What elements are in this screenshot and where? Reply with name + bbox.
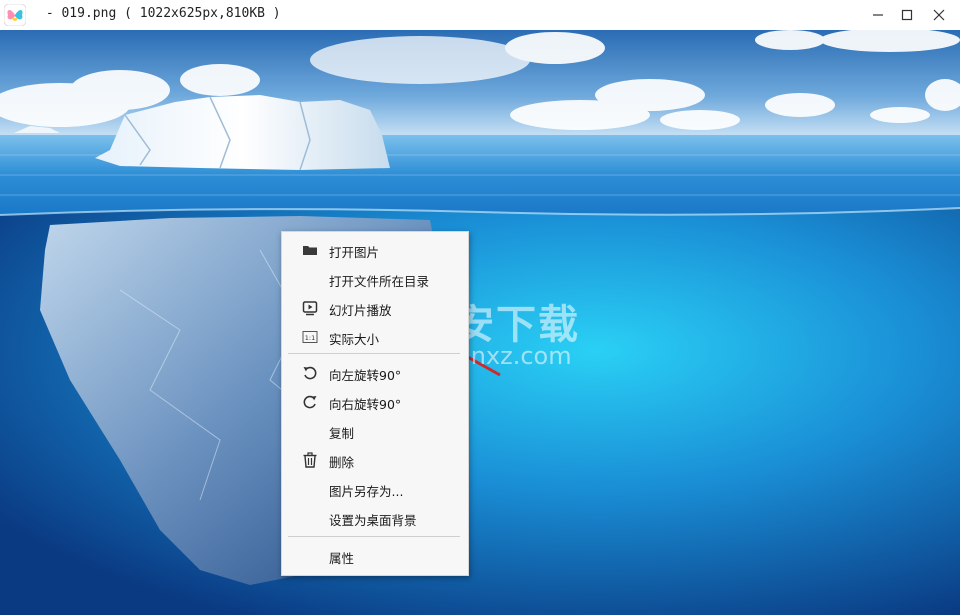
menu-item-open-image[interactable]: 打开图片 bbox=[282, 237, 468, 263]
slideshow-play-icon bbox=[302, 300, 318, 316]
watermark-en-text: anxz.com bbox=[456, 342, 572, 370]
menu-item-save-as[interactable]: 图片另存为... bbox=[282, 476, 468, 502]
menu-separator bbox=[288, 353, 460, 354]
menu-item-label: 实际大小 bbox=[329, 332, 380, 347]
folder-icon bbox=[302, 242, 318, 258]
menu-item-rotate-right[interactable]: 向右旋转90° bbox=[282, 389, 468, 415]
menu-item-label: 设置为桌面背景 bbox=[329, 513, 417, 528]
close-button[interactable] bbox=[925, 0, 953, 30]
menu-item-set-wallpaper[interactable]: 设置为桌面背景 bbox=[282, 505, 468, 531]
menu-separator bbox=[288, 536, 460, 537]
menu-item-actual-size[interactable]: 1:1 实际大小 bbox=[282, 324, 468, 350]
window-title: - 019.png ( 1022x625px,810KB ) bbox=[38, 6, 281, 21]
menu-item-label: 打开文件所在目录 bbox=[329, 274, 430, 289]
menu-item-label: 图片另存为... bbox=[329, 484, 404, 499]
menu-item-label: 属性 bbox=[329, 551, 355, 566]
svg-text:1:1: 1:1 bbox=[305, 334, 315, 342]
menu-item-label: 向右旋转90° bbox=[329, 397, 402, 412]
menu-item-properties[interactable]: 属性 bbox=[282, 543, 468, 569]
trash-icon bbox=[302, 452, 318, 468]
menu-item-delete[interactable]: 删除 bbox=[282, 447, 468, 473]
minimize-icon bbox=[873, 14, 883, 16]
rotate-left-icon bbox=[302, 365, 318, 381]
menu-item-slideshow[interactable]: 幻灯片播放 bbox=[282, 295, 468, 321]
menu-item-label: 向左旋转90° bbox=[329, 368, 402, 383]
image-viewer[interactable]: 安下载 anxz.com bbox=[0, 30, 960, 615]
actual-size-icon: 1:1 bbox=[302, 329, 318, 345]
menu-item-label: 打开图片 bbox=[329, 245, 380, 260]
menu-item-label: 复制 bbox=[329, 426, 355, 441]
close-icon bbox=[933, 9, 945, 21]
rotate-right-icon bbox=[302, 394, 318, 410]
menu-item-open-folder[interactable]: 打开文件所在目录 bbox=[282, 266, 468, 292]
menu-item-copy[interactable]: 复制 bbox=[282, 418, 468, 444]
menu-item-label: 删除 bbox=[329, 455, 355, 470]
menu-item-rotate-left[interactable]: 向左旋转90° bbox=[282, 360, 468, 386]
app-logo-icon bbox=[3, 3, 27, 27]
menu-item-label: 幻灯片播放 bbox=[329, 303, 392, 318]
context-menu: 打开图片 打开文件所在目录 幻灯片播放 1:1 实际大小 向左旋转90° 向右旋… bbox=[281, 231, 469, 576]
title-bar: - 019.png ( 1022x625px,810KB ) bbox=[0, 0, 960, 31]
maximize-icon bbox=[901, 9, 913, 21]
maximize-button[interactable] bbox=[893, 0, 921, 30]
minimize-button[interactable] bbox=[864, 0, 892, 30]
